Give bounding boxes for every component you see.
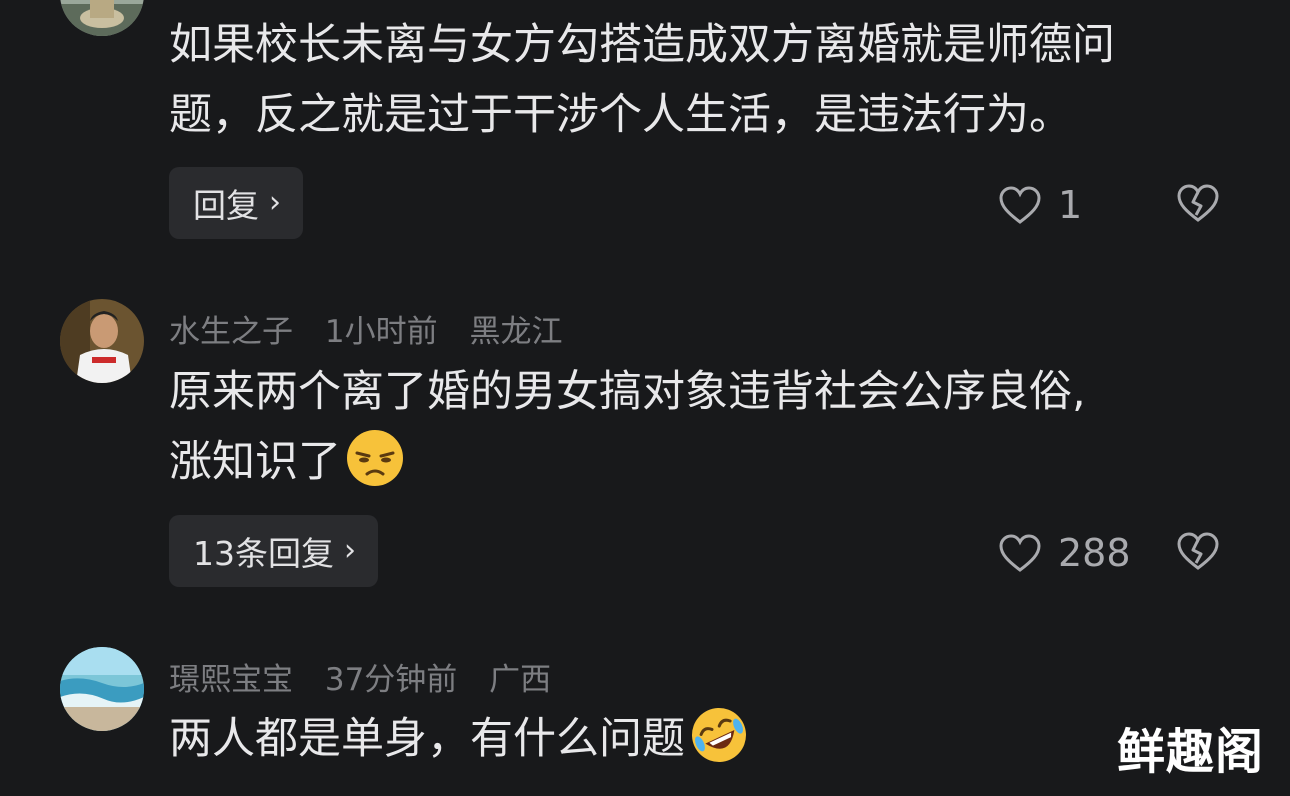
dislike-button[interactable] xyxy=(1176,183,1220,227)
like-button[interactable]: 288 xyxy=(998,531,1131,575)
comment-text-line-content: 涨知识了 xyxy=(169,437,341,487)
comment-meta: 水生之子 1小时前 黑龙江 xyxy=(169,306,584,351)
avatar[interactable] xyxy=(60,647,144,731)
broken-heart-icon xyxy=(1177,184,1219,222)
unamused-face-icon xyxy=(347,430,403,486)
avatar[interactable] xyxy=(60,0,144,36)
reply-label: 回复 xyxy=(193,186,259,225)
comment-text: 如果校长未离与女方勾搭造成双方离婚就是师德问 题，反之就是过于干涉个人生活，是违… xyxy=(169,10,1115,150)
timestamp: 1小时前 xyxy=(324,314,438,350)
username[interactable]: 璟熙宝宝 xyxy=(169,662,293,698)
like-count: 288 xyxy=(1058,531,1131,575)
comment-text-line: 涨知识了 xyxy=(169,427,1086,497)
comment-text: 两人都是单身，有什么问题 xyxy=(169,704,749,774)
location: 黑龙江 xyxy=(469,314,563,350)
chevron-right-icon: › xyxy=(269,185,281,220)
reply-label: 13条回复 xyxy=(193,534,334,573)
comment-text-line: 如果校长未离与女方勾搭造成双方离婚就是师德问 xyxy=(169,20,1115,70)
timestamp: 37分钟前 xyxy=(324,662,458,698)
like-button[interactable]: 1 xyxy=(998,183,1082,227)
rolling-on-floor-laughing-icon xyxy=(692,708,746,762)
watermark: 鲜趣阁 xyxy=(1116,724,1264,780)
comment-text-line: 原来两个离了婚的男女搞对象违背社会公序良俗, xyxy=(169,367,1086,417)
username[interactable]: 水生之子 xyxy=(169,314,293,350)
comment-feed: 如果校长未离与女方勾搭造成双方离婚就是师德问 题，反之就是过于干涉个人生活，是违… xyxy=(0,0,1290,796)
avatar[interactable] xyxy=(60,299,144,383)
broken-heart-icon xyxy=(1177,532,1219,570)
comment-text-line: 两人都是单身，有什么问题 xyxy=(169,704,749,774)
reply-button[interactable]: 回复 › xyxy=(169,167,303,239)
comment-text-line: 题，反之就是过于干涉个人生活，是违法行为。 xyxy=(169,90,1072,140)
comment-meta: 璟熙宝宝 37分钟前 广西 xyxy=(169,654,573,699)
chevron-right-icon: › xyxy=(344,533,356,568)
location: 广西 xyxy=(489,662,552,698)
like-count: 1 xyxy=(1058,183,1083,227)
comment-text: 原来两个离了婚的男女搞对象违背社会公序良俗, 涨知识了 xyxy=(169,357,1086,497)
view-replies-button[interactable]: 13条回复 › xyxy=(169,515,378,587)
heart-icon xyxy=(999,534,1041,572)
comment-text-line-content: 两人都是单身，有什么问题 xyxy=(169,714,685,764)
heart-icon xyxy=(999,186,1041,224)
dislike-button[interactable] xyxy=(1176,531,1220,575)
